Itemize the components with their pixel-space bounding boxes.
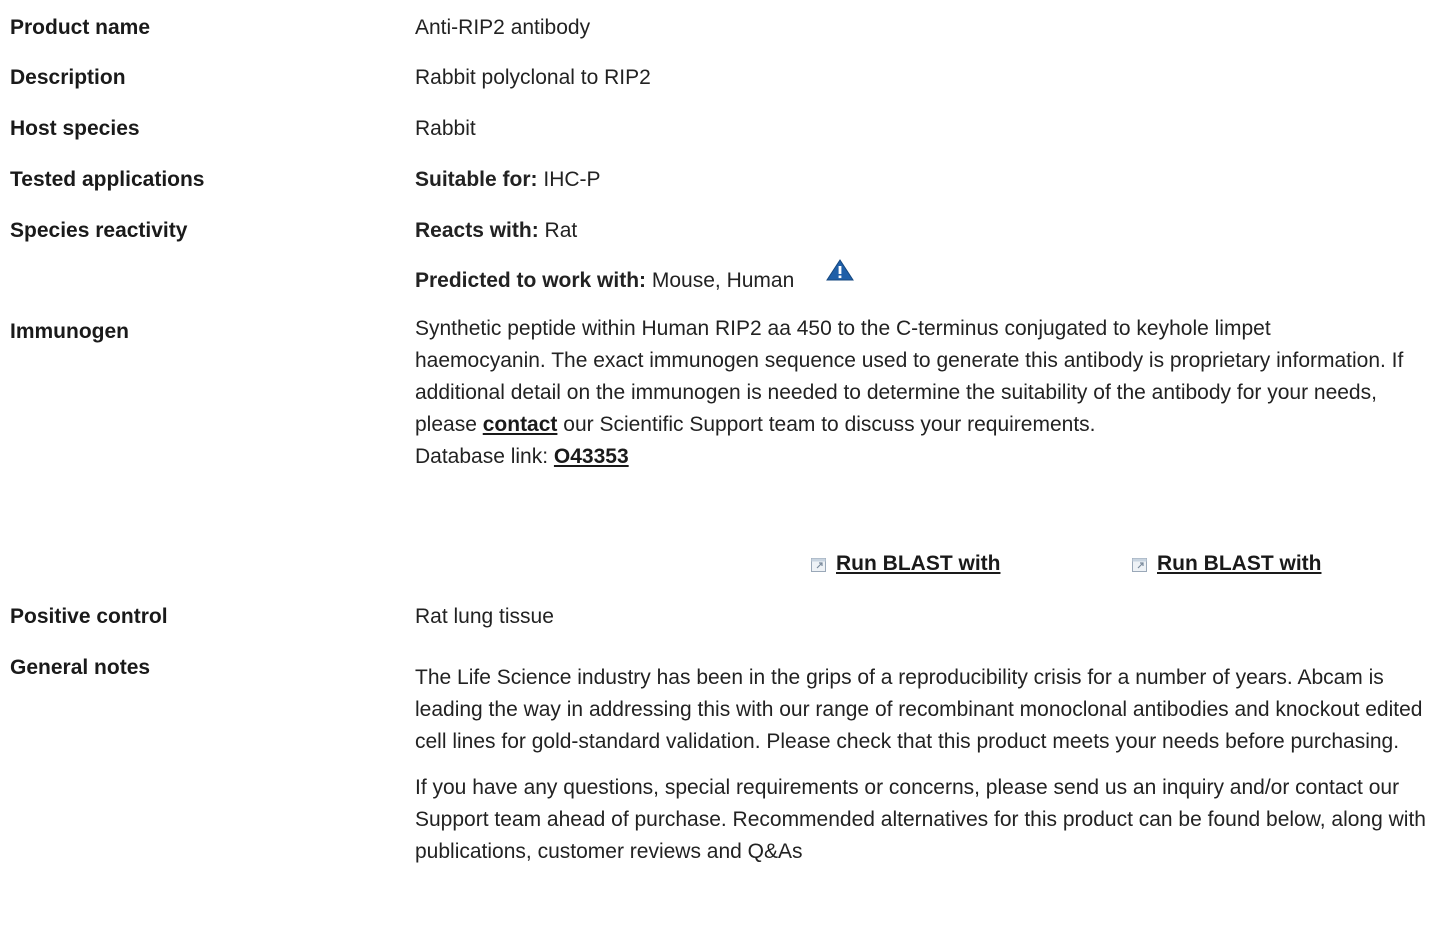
value-host-species: Rabbit: [415, 117, 476, 140]
value-predicted-reactivity: Predicted to work with: Mouse, Human: [415, 259, 1440, 297]
label-immunogen: Immunogen: [10, 320, 129, 343]
label-species-reactivity: Species reactivity: [10, 219, 188, 242]
value-positive-control: Rat lung tissue: [415, 605, 554, 628]
suitable-for-prefix: Suitable for:: [415, 168, 538, 191]
suitable-for-value: IHC-P: [543, 168, 601, 191]
value-description: Rabbit polyclonal to RIP2: [415, 66, 651, 89]
contact-link[interactable]: contact: [483, 413, 558, 436]
label-tested-applications: Tested applications: [10, 168, 205, 191]
predicted-prefix: Predicted to work with:: [415, 269, 647, 292]
external-link-icon: [1132, 554, 1147, 573]
value-product-name: Anti-RIP2 antibody: [415, 16, 591, 39]
general-notes-paragraph-2: If you have any questions, special requi…: [415, 776, 1426, 863]
value-species-reactivity: Reacts with: Rat: [415, 215, 1440, 247]
warning-triangle-icon[interactable]: [826, 259, 855, 291]
database-link-o43353[interactable]: O43353: [554, 445, 629, 468]
value-general-notes: The Life Science industry has been in th…: [415, 662, 1445, 868]
run-blast-link-2[interactable]: Run BLAST with: [1132, 552, 1321, 576]
label-positive-control: Positive control: [10, 605, 168, 628]
label-general-notes: General notes: [10, 656, 151, 679]
immunogen-text-after: our Scientific Support team to discuss y…: [563, 413, 1096, 436]
general-notes-paragraph-1: The Life Science industry has been in th…: [415, 666, 1423, 753]
value-tested-applications: Suitable for: IHC-P: [415, 164, 1440, 196]
label-product-name: Product name: [10, 16, 151, 39]
label-host-species: Host species: [10, 117, 140, 140]
external-link-icon: [811, 554, 826, 573]
run-blast-label-2: Run BLAST with: [1157, 552, 1322, 575]
value-immunogen: Synthetic peptide within Human RIP2 aa 4…: [415, 313, 1405, 473]
run-blast-label-1: Run BLAST with: [836, 552, 1001, 575]
reacts-with-value: Rat: [544, 219, 578, 242]
database-link-prefix: Database link:: [415, 445, 549, 468]
run-blast-link-1[interactable]: Run BLAST with: [811, 552, 1000, 576]
predicted-value: Mouse, Human: [651, 269, 795, 292]
label-description: Description: [10, 66, 126, 89]
reacts-with-prefix: Reacts with:: [415, 219, 539, 242]
